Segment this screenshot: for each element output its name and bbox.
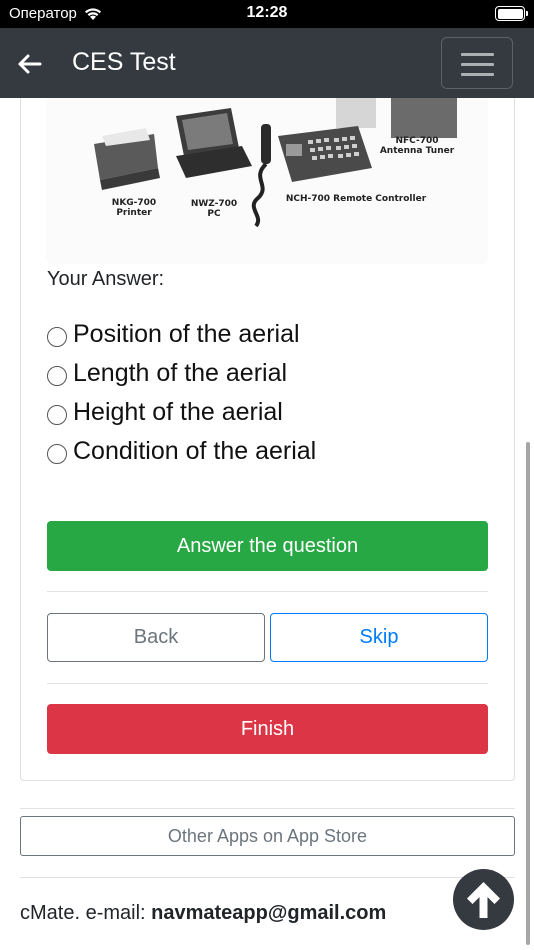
scroll-to-top-button[interactable] [453, 869, 514, 930]
top-navbar: CES Test [0, 28, 534, 98]
hamburger-line [461, 73, 494, 76]
hamburger-icon [461, 53, 494, 56]
other-apps-button[interactable]: Other Apps on App Store [20, 816, 515, 856]
option-label: Condition of the aerial [73, 437, 317, 465]
arrow-up-circle-icon [467, 882, 500, 918]
hamburger-line [461, 63, 494, 66]
footer-prefix: cMate. e-mail: [20, 902, 152, 924]
option-label: Height of the aerial [73, 398, 283, 426]
option-4[interactable]: Condition of the aerial [47, 437, 316, 466]
label-nkg-700: NKG-700 Printer [111, 198, 157, 218]
arrow-left-icon[interactable] [16, 50, 44, 78]
finish-button[interactable]: Finish [47, 704, 488, 754]
question-image: NFC-700 Antenna Tuner NCH-700 Remote Con… [46, 98, 488, 264]
divider [47, 683, 488, 684]
menu-toggle-button[interactable] [441, 37, 513, 89]
option-3[interactable]: Height of the aerial [47, 398, 283, 427]
status-bar: Оператор 12:28 [0, 0, 534, 28]
battery-fill [497, 8, 523, 19]
answer-label: Your Answer: [47, 268, 165, 290]
radio-button[interactable] [47, 443, 67, 464]
radio-button[interactable] [47, 404, 67, 425]
radio-button[interactable] [47, 365, 67, 386]
divider [20, 877, 515, 878]
label-nfc-700: NFC-700 Antenna Tuner [379, 136, 455, 156]
footer-contact: cMate. e-mail: navmateapp@gmail.com [20, 902, 386, 925]
label-nch-700: NCH-700 Remote Controller [285, 194, 427, 204]
scrollbar[interactable] [526, 442, 530, 945]
page-title: CES Test [72, 48, 176, 76]
battery-icon [495, 6, 528, 21]
label-nwz-700: NWZ-700 PC [190, 199, 238, 219]
option-label: Position of the aerial [73, 320, 300, 348]
email-link[interactable]: navmateapp@gmail.com [151, 902, 386, 924]
divider [47, 591, 488, 592]
divider [20, 808, 515, 809]
radio-button[interactable] [47, 326, 67, 347]
skip-button[interactable]: Skip [270, 613, 488, 662]
option-label: Length of the aerial [73, 359, 288, 387]
clock: 12:28 [246, 4, 288, 21]
option-1[interactable]: Position of the aerial [47, 320, 300, 349]
option-2[interactable]: Length of the aerial [47, 359, 287, 388]
equipment-illustration [94, 98, 457, 228]
answer-button[interactable]: Answer the question [47, 521, 488, 571]
back-button[interactable]: Back [47, 613, 265, 662]
